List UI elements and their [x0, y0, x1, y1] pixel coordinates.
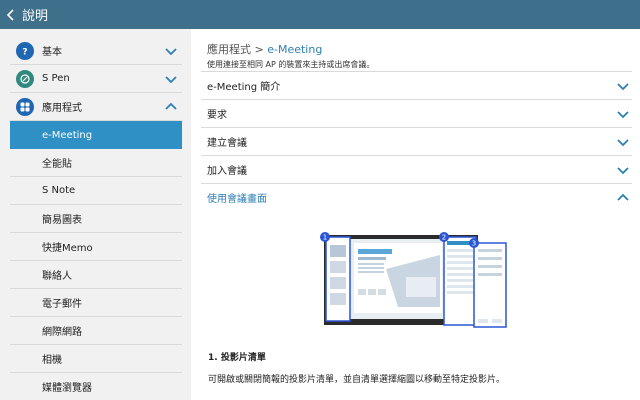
question-icon: ?	[16, 41, 34, 60]
accordion-meeting-screen[interactable]: 使用會議畫面	[201, 183, 632, 211]
sidebar-item-basics[interactable]: ? 基本	[10, 37, 182, 65]
svg-text:2: 2	[442, 234, 446, 242]
svg-text:?: ?	[22, 47, 27, 56]
accordion-create-meeting[interactable]: 建立會議	[201, 127, 632, 155]
callout-3-badge: 3	[469, 238, 479, 248]
sidebar-item-apps[interactable]: 應用程式	[10, 93, 182, 121]
sidebar-item-spen[interactable]: S Pen	[10, 65, 182, 93]
sidebar-item-label: 應用程式	[42, 103, 82, 114]
breadcrumb-current: e-Meeting	[267, 43, 323, 56]
accordion-intro[interactable]: e-Meeting 簡介	[201, 71, 632, 99]
sidebar-app-media-browser[interactable]: 媒體瀏覽器	[10, 373, 182, 400]
page-description: 使用連接至相同 AP 的裝置來主持或出席會議。	[207, 60, 375, 69]
main-content: 應用程式 > e-Meeting 使用連接至相同 AP 的裝置來主持或出席會議。…	[191, 29, 640, 400]
chevron-down-icon	[617, 110, 629, 118]
accordion-label: 使用會議畫面	[207, 194, 267, 205]
meeting-screen-illustration: 1 2 3	[320, 232, 507, 328]
sidebar: ? 基本 S Pen 應用程式 e-Meeting 全能貼 S Note 簡易圖…	[0, 29, 191, 400]
breadcrumb-parent[interactable]: 應用程式	[207, 43, 251, 56]
back-arrow-icon	[7, 8, 14, 21]
sidebar-app-emeeting[interactable]: e-Meeting	[10, 121, 182, 149]
pen-icon	[16, 69, 34, 88]
chevron-down-icon	[617, 166, 629, 174]
breadcrumb-separator: >	[254, 43, 264, 56]
sidebar-app-contacts[interactable]: 聯絡人	[10, 261, 182, 289]
sidebar-app-internet[interactable]: 網際網路	[10, 317, 182, 345]
callout-1-badge: 1	[320, 232, 330, 242]
sidebar-app-quick-memo[interactable]: 快捷Memo	[10, 233, 182, 261]
accordion-label: e-Meeting 簡介	[207, 82, 281, 93]
chevron-down-icon	[165, 75, 177, 83]
section-text: 可開啟或關閉簡報的投影片清單，並自清單選擇縮圖以移動至特定投影片。	[208, 375, 506, 385]
accordion-requirements[interactable]: 要求	[201, 99, 632, 127]
accordion-join-meeting[interactable]: 加入會議	[201, 155, 632, 183]
accordion-label: 加入會議	[207, 166, 247, 177]
app-header: 說明	[0, 0, 640, 29]
apps-grid-icon	[16, 97, 34, 116]
svg-text:1: 1	[323, 234, 327, 242]
breadcrumb: 應用程式 > e-Meeting	[207, 41, 322, 57]
section-title: 1. 投影片清單	[208, 353, 266, 363]
sidebar-item-label: S Pen	[42, 73, 70, 84]
accordion-label: 建立會議	[207, 138, 247, 149]
chevron-up-icon	[165, 102, 177, 110]
svg-text:3: 3	[472, 240, 476, 248]
chevron-down-icon	[165, 47, 177, 55]
sidebar-app-simple-chart[interactable]: 簡易圖表	[10, 205, 182, 233]
chevron-up-icon	[617, 193, 629, 201]
back-button[interactable]	[2, 0, 20, 29]
callout-2-badge: 2	[439, 232, 449, 242]
sidebar-app-scrapbook[interactable]: 全能貼	[10, 149, 182, 177]
sidebar-app-snote[interactable]: S Note	[10, 177, 182, 205]
chevron-down-icon	[617, 82, 629, 90]
accordion-label: 要求	[207, 110, 227, 121]
sidebar-item-label: 基本	[42, 47, 62, 58]
sidebar-app-camera[interactable]: 相機	[10, 345, 182, 373]
sidebar-app-email[interactable]: 電子郵件	[10, 289, 182, 317]
chevron-down-icon	[617, 138, 629, 146]
page-title: 說明	[22, 9, 49, 24]
